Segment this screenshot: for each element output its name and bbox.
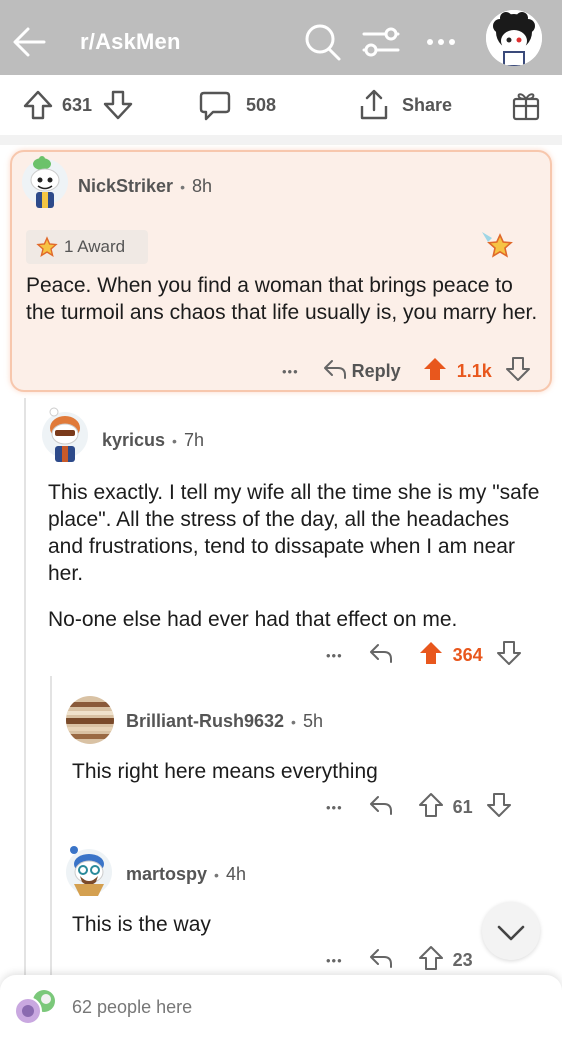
comment-age: 8h <box>191 176 212 196</box>
comment-actions: ••• 61 <box>326 792 511 823</box>
comment-count: 508 <box>246 94 277 115</box>
meta-separator: • <box>291 713 296 730</box>
presence-avatars <box>14 987 60 1027</box>
next-comment-button[interactable] <box>482 902 540 960</box>
thread-line[interactable] <box>50 676 52 976</box>
share-label: Share <box>402 94 453 115</box>
upvote-icon[interactable] <box>419 640 443 671</box>
comment-actions: ••• 23 <box>326 945 473 976</box>
comment-author[interactable]: Brilliant-Rush9632 <box>126 711 284 732</box>
comment-actions: ••• 364 <box>326 640 521 671</box>
reply-icon[interactable] <box>369 947 393 974</box>
share-icon <box>358 88 390 122</box>
meta-separator: • <box>214 866 219 883</box>
comment-age: 7h <box>183 430 204 450</box>
award-star-icon <box>36 236 58 258</box>
comment-author[interactable]: martospy <box>126 864 207 885</box>
comment-score: 1.1k <box>456 361 492 381</box>
comment-meta: martospy • 4h <box>126 864 246 885</box>
snoo-avatar[interactable] <box>20 154 70 210</box>
back-arrow-icon[interactable] <box>10 22 50 62</box>
comment-score: 61 <box>452 797 473 817</box>
downvote-icon[interactable] <box>505 356 530 387</box>
comment-icon <box>198 88 232 122</box>
reply-icon[interactable] <box>369 642 393 669</box>
comments-button[interactable]: 508 <box>198 87 276 123</box>
more-options-icon[interactable]: ••• <box>326 800 343 815</box>
section-divider <box>0 135 562 145</box>
comment-meta: NickStriker • 8h <box>78 176 212 197</box>
downvote-icon[interactable] <box>102 89 134 121</box>
reply-icon[interactable] <box>323 358 347 385</box>
reply-icon[interactable] <box>369 794 393 821</box>
more-options-icon[interactable]: ••• <box>326 648 343 663</box>
comment-author[interactable]: NickStriker <box>78 176 173 197</box>
share-button[interactable]: Share <box>358 87 452 123</box>
post-action-bar: 631 508 Share <box>0 75 562 135</box>
comment-body: This exactly. I tell my wife all the tim… <box>48 481 540 585</box>
comment-age: 4h <box>225 864 246 884</box>
meta-separator: • <box>172 432 177 449</box>
top-app-bar: r/AskMen <box>0 0 562 75</box>
comment-meta: Brilliant-Rush9632 • 5h <box>126 711 323 732</box>
more-options-icon[interactable]: ••• <box>282 364 299 379</box>
downvote-icon[interactable] <box>496 640 521 671</box>
comment-body: This is the way <box>72 913 211 936</box>
presence-bar[interactable]: 62 people here <box>0 975 562 1041</box>
downvote-icon[interactable] <box>486 792 511 823</box>
highlighted-comment: NickStriker • 8h 1 Award Peace. When you… <box>10 150 552 392</box>
award-badge[interactable]: 1 Award <box>26 230 148 264</box>
comment-score: 364 <box>452 645 483 665</box>
comment-age: 5h <box>302 711 323 731</box>
upvote-icon[interactable] <box>423 356 447 387</box>
upvote-icon[interactable] <box>418 792 443 823</box>
comment-meta: kyricus • 7h <box>102 430 204 451</box>
more-icon[interactable] <box>424 27 458 57</box>
snoo-avatar[interactable] <box>64 842 114 898</box>
upvote-icon[interactable] <box>22 89 54 121</box>
people-here-count: 62 people here <box>72 997 193 1017</box>
vote-group: 631 <box>22 87 134 123</box>
filter-icon[interactable] <box>360 24 402 60</box>
upvote-icon[interactable] <box>418 945 443 976</box>
chevron-down-icon <box>497 925 525 941</box>
avatar[interactable] <box>66 696 114 744</box>
subreddit-title[interactable]: r/AskMen <box>80 29 181 55</box>
comment-body: This right here means everything <box>72 760 378 783</box>
user-avatar[interactable] <box>486 10 542 66</box>
more-options-icon[interactable]: ••• <box>326 953 343 968</box>
upvote-count: 631 <box>62 94 93 115</box>
comment-author[interactable]: kyricus <box>102 430 165 451</box>
comment-body: Peace. When you find a woman that brings… <box>26 274 538 324</box>
comment-score: 23 <box>452 950 473 970</box>
comment-actions: ••• Reply 1.1k <box>282 356 530 387</box>
meta-separator: • <box>180 178 185 195</box>
award-count: 1 Award <box>64 237 126 256</box>
snoo-avatar[interactable] <box>40 406 90 464</box>
give-award-icon[interactable] <box>478 228 518 269</box>
thread-line[interactable] <box>24 398 26 978</box>
gift-icon[interactable] <box>510 87 542 123</box>
reply-button[interactable]: Reply <box>352 361 401 382</box>
comment-body: No-one else had ever had that effect on … <box>48 608 458 631</box>
search-icon[interactable] <box>302 22 342 62</box>
